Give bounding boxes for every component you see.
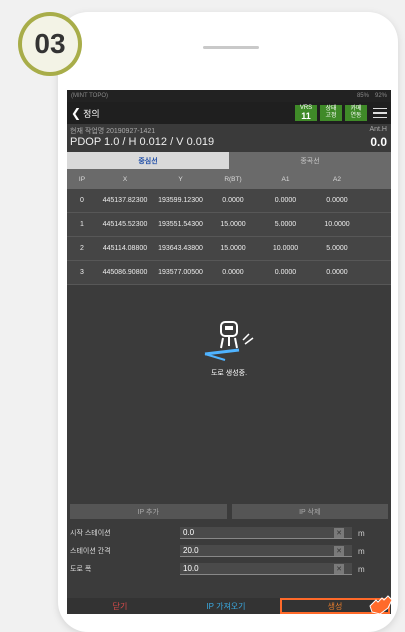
table-cell: 15.0000: [220, 245, 246, 252]
loading-indicator: 도로 생성중.: [67, 320, 391, 390]
bottom-action-bar: 닫기 IP 가져오기 생성: [67, 598, 391, 614]
table-row[interactable]: 0 445137.82300 193599.12300 0.0000 0.000…: [67, 189, 391, 213]
table-cell: 193551.54300: [158, 221, 203, 228]
hamburger-menu-icon[interactable]: [373, 107, 387, 119]
table-cell: 0.0000: [274, 269, 297, 276]
tab-vertical-curve[interactable]: 종곡선: [229, 152, 391, 169]
table-cell: 0.0000: [222, 197, 244, 204]
chip-bottom: 연동: [350, 113, 362, 119]
table-cell: 10.0000: [272, 245, 299, 252]
close-button[interactable]: 닫기: [67, 598, 173, 614]
phone-speaker: [203, 46, 259, 49]
chip-bottom: 고정: [325, 113, 337, 119]
table-cell: 10.0000: [324, 221, 350, 228]
add-ip-button[interactable]: IP 추가: [70, 504, 227, 519]
station-interval-input[interactable]: 20.0: [180, 545, 352, 557]
back-label: 정의: [83, 108, 100, 119]
table-row[interactable]: 2 445114.08800 193643.43800 15.0000 10.0…: [67, 237, 391, 261]
column-header: IP: [78, 175, 86, 183]
status-app-name: (MINT TOPO): [71, 93, 109, 99]
import-ip-button[interactable]: IP 가져오기: [173, 598, 279, 614]
column-header: A2: [333, 175, 341, 183]
start-station-input[interactable]: 0.0: [180, 527, 352, 539]
table-cell: 193599.12300: [158, 197, 203, 204]
table-cell: 15.0000: [220, 221, 246, 228]
battery-indicator-1: 85%: [356, 93, 369, 99]
step-number: 03: [22, 16, 78, 72]
chip-top: 상태: [325, 106, 337, 112]
table-cell: 1: [80, 221, 84, 228]
table-header: IP X Y R(BT) A1 A2: [67, 169, 391, 189]
table-cell: 445114.08800: [102, 245, 148, 252]
station-interval-field: 스테이션 간격 20.0 ✕ m: [70, 544, 388, 558]
road-width-field: 도로 폭 10.0 ✕ m: [70, 562, 388, 576]
field-label: 시작 스테이션: [70, 530, 111, 537]
table-cell: 5.0000: [326, 245, 348, 252]
column-header: R(BT): [224, 175, 242, 183]
loading-text: 도로 생성중.: [210, 370, 248, 377]
chevron-left-icon: ❮: [71, 106, 82, 120]
back-button[interactable]: ❮ 정의: [71, 106, 100, 120]
column-header: X: [122, 175, 128, 183]
job-name: 현재 작업명 20190927-1421: [70, 128, 156, 135]
title-bar: ❮ 정의 VRS 11 상태 고정 카메 연동: [67, 102, 391, 124]
pointer-hand-icon: [369, 595, 393, 615]
fix-status-chip: 상태 고정: [320, 105, 342, 121]
unit-label: m: [358, 564, 365, 574]
clear-icon[interactable]: ✕: [334, 528, 344, 538]
dop-readout: PDOP 1.0 / H 0.012 / V 0.019: [70, 136, 215, 148]
app-screen: (MINT TOPO) 85% 92% ❮ 정의 VRS 11 상태 고정 카메…: [67, 90, 391, 614]
road-width-input[interactable]: 10.0: [180, 563, 352, 575]
table-cell: 0.0000: [222, 269, 244, 276]
table-cell: 0.0000: [274, 197, 297, 204]
step-badge: 03: [18, 12, 82, 76]
table-cell: 193643.43800: [158, 245, 203, 252]
table-cell: 445086.90800: [102, 269, 148, 276]
road-survey-icon: [204, 321, 254, 361]
table-cell: 0.0000: [326, 197, 348, 204]
table-cell: 3: [80, 269, 84, 276]
delete-ip-button[interactable]: IP 삭제: [231, 504, 388, 519]
start-station-field: 시작 스테이션 0.0 ✕ m: [70, 526, 388, 540]
table-cell: 0.0000: [326, 269, 348, 276]
table-cell: 0: [80, 197, 84, 204]
chip-top: 카메: [350, 106, 362, 112]
tab-centerline[interactable]: 중심선: [67, 152, 229, 169]
table-row[interactable]: 3 445086.90800 193577.00500 0.0000 0.000…: [67, 261, 391, 285]
table-cell: 445137.82300: [102, 197, 148, 204]
vrs-chip: VRS 11: [295, 105, 317, 121]
status-chips: VRS 11 상태 고정 카메 연동: [295, 105, 367, 121]
table-cell: 5.0000: [274, 221, 297, 228]
unit-label: m: [358, 528, 365, 538]
clear-icon[interactable]: ✕: [334, 564, 344, 574]
table-cell: 2: [80, 245, 84, 252]
battery-indicator-2: 92%: [374, 93, 387, 99]
chip-bottom: 11: [301, 111, 311, 121]
antenna-height-label: Ant.H: [369, 126, 387, 133]
ip-button-row: IP 추가 IP 삭제: [70, 504, 388, 519]
status-bar: (MINT TOPO) 85% 92%: [67, 90, 391, 102]
column-header: A1: [281, 175, 290, 183]
table-row[interactable]: 1 445145.52300 193551.54300 15.0000 5.00…: [67, 213, 391, 237]
camera-chip: 카메 연동: [345, 105, 367, 121]
clear-icon[interactable]: ✕: [334, 546, 344, 556]
table-cell: 445145.52300: [102, 221, 148, 228]
tab-bar: 중심선 종곡선: [67, 152, 391, 169]
field-label: 도로 폭: [70, 566, 92, 573]
column-header: Y: [178, 175, 183, 183]
unit-label: m: [358, 546, 365, 556]
antenna-height-value: 0.0: [370, 135, 387, 149]
field-label: 스테이션 간격: [70, 548, 111, 555]
info-bar: 현재 작업명 20190927-1421 PDOP 1.0 / H 0.012 …: [67, 124, 391, 152]
table-cell: 193577.00500: [158, 269, 203, 276]
